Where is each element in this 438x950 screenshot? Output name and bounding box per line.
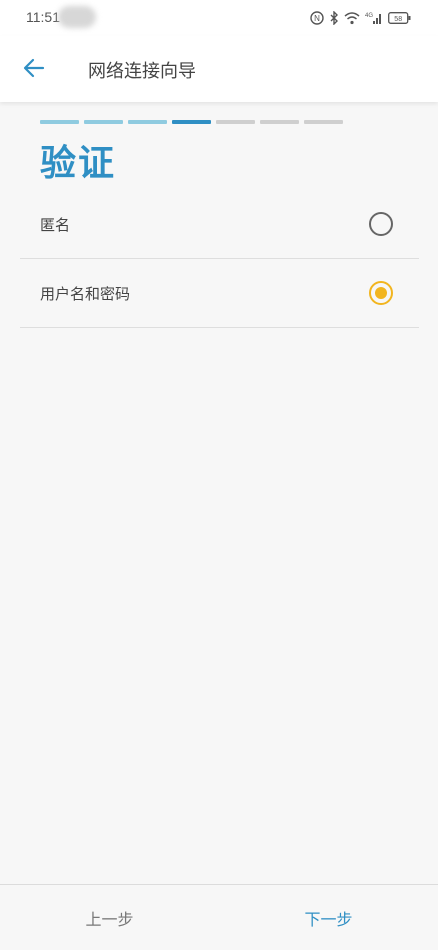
stepper-segment — [172, 120, 211, 124]
app-title: 网络连接向导 — [88, 61, 196, 82]
option-anonymous[interactable]: 匿名 — [20, 190, 419, 259]
stepper-segment — [40, 120, 79, 124]
radio-button[interactable] — [369, 281, 393, 305]
stepper-segment — [304, 120, 343, 124]
radio-button[interactable] — [369, 212, 393, 236]
stepper-segment — [84, 120, 123, 124]
arrow-left-icon — [23, 57, 45, 83]
screen: 11:51 N 4G 58 网络连接向导 验证 匿名 用户名和密码 上一步 下一… — [0, 0, 438, 950]
svg-text:4G: 4G — [365, 13, 373, 19]
battery-level: 58 — [394, 16, 402, 23]
status-icons: N 4G 58 — [310, 8, 412, 28]
battery-icon: 58 — [388, 11, 412, 25]
next-button[interactable]: 下一步 — [219, 885, 438, 950]
stepper-segment — [128, 120, 167, 124]
notification-blur — [58, 6, 96, 28]
section-title: 验证 — [40, 143, 117, 184]
option-label: 用户名和密码 — [40, 285, 131, 303]
bottom-bar: 上一步 下一步 — [0, 884, 438, 950]
bluetooth-icon — [329, 11, 339, 25]
prev-button[interactable]: 上一步 — [0, 885, 219, 950]
status-time: 11:51 — [26, 9, 60, 25]
wifi-icon — [344, 11, 360, 25]
status-bar: 11:51 N 4G 58 — [0, 0, 438, 36]
cellular-4g-icon: 4G — [365, 11, 383, 25]
stepper-segment — [260, 120, 299, 124]
back-button[interactable] — [14, 50, 54, 90]
option-label: 匿名 — [40, 216, 71, 234]
stepper-segment — [216, 120, 255, 124]
auth-options-list: 匿名 用户名和密码 — [20, 190, 419, 328]
app-bar: 网络连接向导 — [0, 36, 438, 102]
nfc-icon: N — [310, 11, 324, 25]
option-username-password[interactable]: 用户名和密码 — [20, 259, 419, 328]
svg-text:N: N — [314, 14, 320, 23]
progress-stepper — [40, 120, 343, 124]
